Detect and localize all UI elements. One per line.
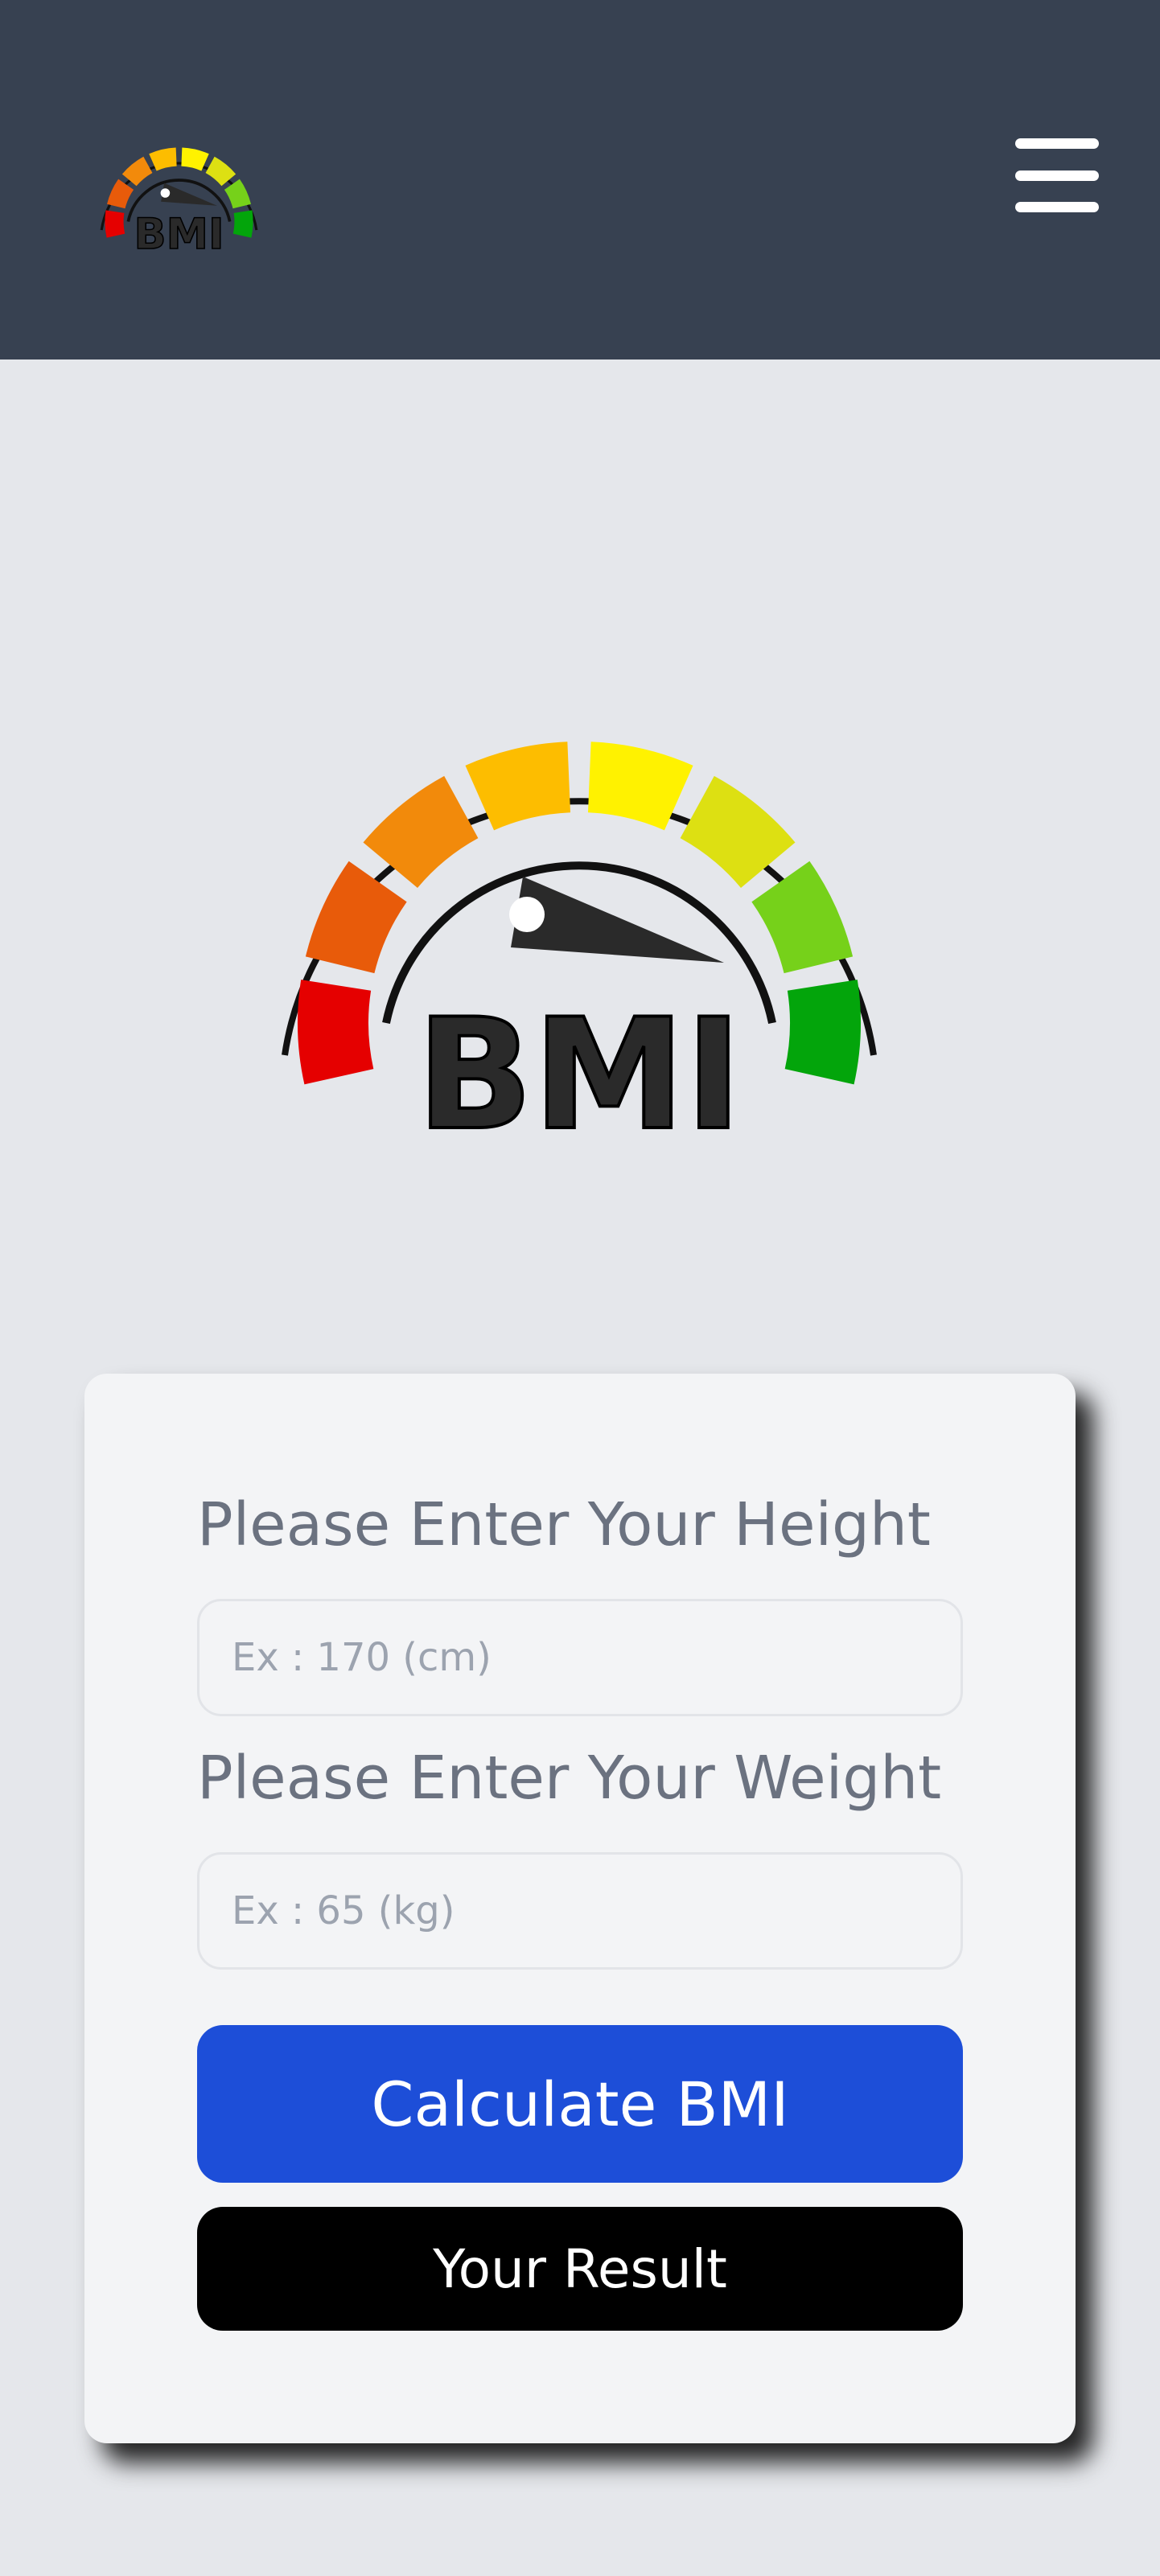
weight-label: Please Enter Your Weight — [197, 1744, 942, 1813]
gauge-segment — [232, 210, 253, 238]
gauge-segment — [680, 775, 796, 888]
height-label: Please Enter Your Height — [197, 1490, 931, 1559]
gauge-segment — [784, 980, 861, 1085]
gauge-segment — [105, 210, 125, 238]
gauge-segment — [106, 179, 134, 209]
weight-input[interactable] — [197, 1852, 963, 1970]
height-input[interactable] — [197, 1599, 963, 1716]
bmi-logo-icon[interactable]: BMI — [84, 101, 274, 261]
gauge-segment — [751, 861, 854, 974]
bmi-form-card: Please Enter Your Height Please Enter Yo… — [84, 1374, 1076, 2443]
gauge-segment — [363, 775, 479, 888]
gauge-segment — [305, 861, 407, 974]
app-header: BMI — [0, 0, 1160, 359]
gauge-segment — [224, 179, 252, 209]
gauge-segment — [298, 980, 374, 1085]
your-result-button[interactable]: Your Result — [197, 2207, 963, 2331]
logo-text: BMI — [134, 210, 224, 259]
gauge-bmi-text: BMI — [417, 986, 742, 1164]
hamburger-menu-icon[interactable] — [1015, 138, 1099, 212]
bmi-gauge-icon: BMI — [233, 563, 925, 1174]
calculate-bmi-button[interactable]: Calculate BMI — [197, 2025, 963, 2183]
